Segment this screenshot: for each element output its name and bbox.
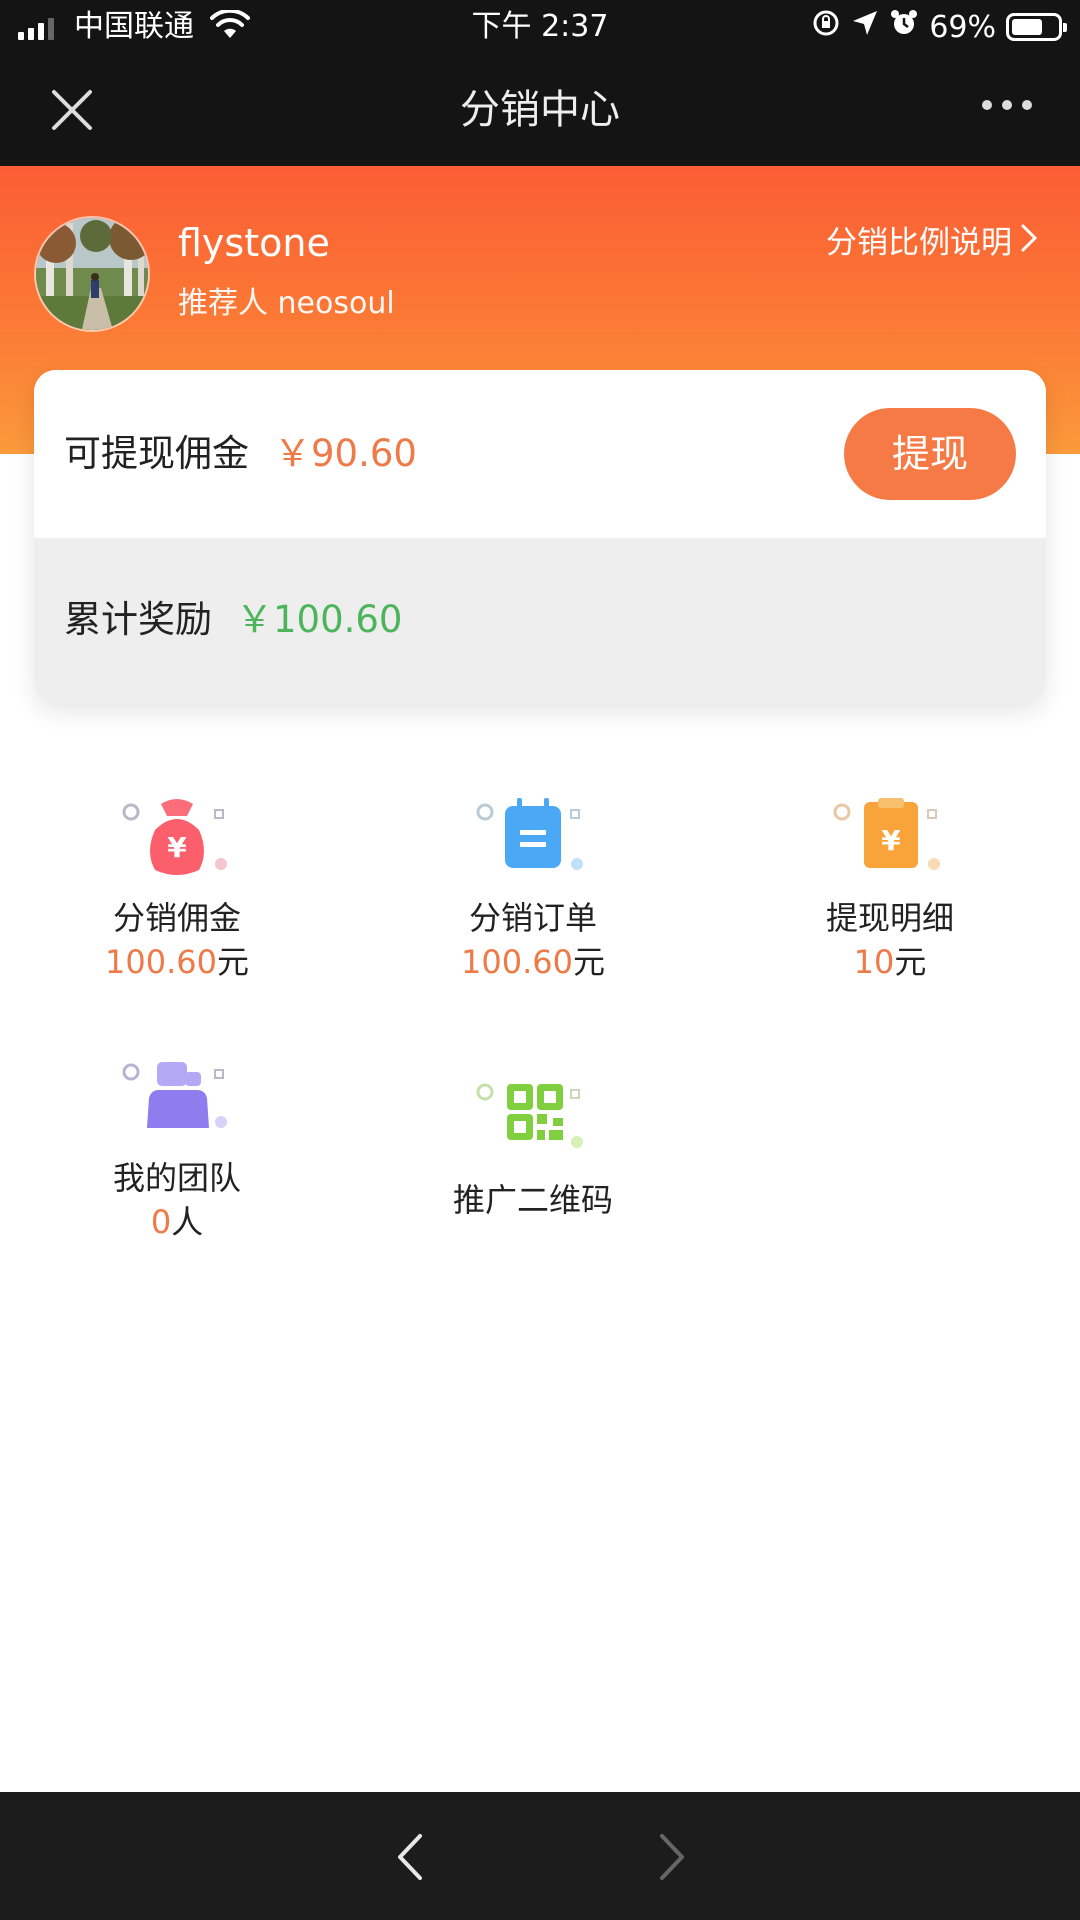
grid-value-unit: 元 bbox=[894, 943, 927, 981]
nav-bar: 分销中心 bbox=[0, 54, 1080, 166]
status-bar: 中国联通 下午 2:37 69% bbox=[0, 0, 1080, 54]
avatar[interactable] bbox=[34, 216, 150, 332]
total-reward-label: 累计奖励 bbox=[64, 598, 212, 641]
grid-label: 分销订单 bbox=[468, 899, 597, 937]
more-icon[interactable] bbox=[982, 100, 1032, 110]
total-reward-row: 累计奖励 ￥100.60 bbox=[34, 538, 1046, 704]
balance-card: 可提现佣金 ￥90.60 提现 累计奖励 ￥100.60 bbox=[34, 370, 1046, 704]
battery-icon bbox=[1006, 13, 1067, 41]
grid-value-number: 100.60 bbox=[461, 943, 573, 981]
chevron-right-icon bbox=[1020, 222, 1038, 264]
grid-value-unit: 元 bbox=[572, 943, 605, 981]
battery-percent: 69% bbox=[929, 9, 996, 45]
grid-value-number: 100.60 bbox=[105, 943, 217, 981]
qrcode-icon bbox=[473, 1072, 593, 1172]
withdraw-detail-icon: ¥ bbox=[830, 790, 950, 890]
alarm-icon bbox=[889, 8, 919, 46]
withdrawable-row: 可提现佣金 ￥90.60 提现 bbox=[34, 370, 1046, 538]
grid-value: 10元 bbox=[760, 940, 1020, 984]
grid-item-qrcode[interactable]: 推广二维码 bbox=[403, 1072, 663, 1222]
grid-value-number: 10 bbox=[853, 943, 895, 981]
order-calendar-icon bbox=[473, 790, 593, 890]
grid-value-unit: 人 bbox=[171, 1203, 204, 1241]
forward-arrow-icon[interactable] bbox=[652, 1832, 692, 1882]
grid-label: 分销佣金 bbox=[112, 899, 241, 937]
grid-item-commission[interactable]: ¥ 分销佣金 100.60元 bbox=[47, 790, 307, 984]
money-bag-icon: ¥ bbox=[117, 790, 237, 890]
team-icon bbox=[117, 1050, 237, 1150]
browser-bottom-bar bbox=[0, 1792, 1080, 1920]
grid-label: 推广二维码 bbox=[452, 1181, 613, 1219]
page-title: 分销中心 bbox=[460, 87, 620, 133]
svg-text:¥: ¥ bbox=[881, 824, 901, 857]
grid-value-number: 0 bbox=[150, 1203, 172, 1241]
svg-text:¥: ¥ bbox=[167, 831, 187, 864]
username: flystone bbox=[178, 221, 330, 265]
total-reward-amount: ￥100.60 bbox=[236, 598, 403, 641]
grid-item-team[interactable]: 我的团队 0人 bbox=[47, 1050, 307, 1244]
grid-item-withdraw-details[interactable]: ¥ 提现明细 10元 bbox=[760, 790, 1020, 984]
withdrawable-amount: ￥90.60 bbox=[274, 432, 417, 475]
location-icon bbox=[851, 9, 879, 45]
grid-label: 我的团队 bbox=[112, 1159, 241, 1197]
grid-label: 提现明细 bbox=[825, 899, 954, 937]
back-arrow-icon[interactable] bbox=[390, 1832, 430, 1882]
withdraw-button[interactable]: 提现 bbox=[844, 408, 1016, 500]
grid-value: 100.60元 bbox=[47, 940, 307, 984]
grid-value-unit: 元 bbox=[216, 943, 249, 981]
withdrawable-label: 可提现佣金 bbox=[64, 432, 249, 475]
grid-value: 0人 bbox=[47, 1200, 307, 1244]
grid-value: 100.60元 bbox=[403, 940, 663, 984]
ratio-explanation-link[interactable]: 分销比例说明 bbox=[826, 222, 1038, 264]
rotation-lock-icon bbox=[811, 8, 841, 46]
ratio-explanation-label: 分销比例说明 bbox=[826, 225, 1012, 261]
referrer-text: 推荐人 neosoul bbox=[178, 286, 395, 321]
grid-item-orders[interactable]: 分销订单 100.60元 bbox=[403, 790, 663, 984]
